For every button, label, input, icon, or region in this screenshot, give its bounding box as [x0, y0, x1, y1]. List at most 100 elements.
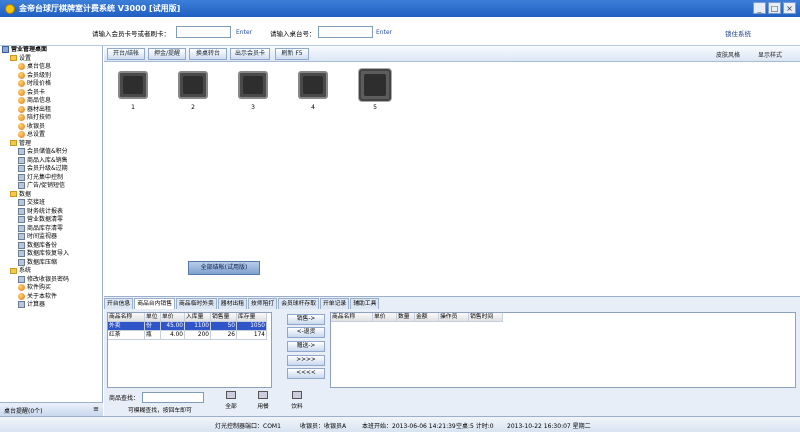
move-all-right-button[interactable]: >>>>: [287, 355, 325, 366]
tree-item[interactable]: 数据: [0, 191, 102, 200]
bottom-tab[interactable]: 开单记录: [320, 298, 350, 309]
tree-item[interactable]: 广告/促销短信: [0, 182, 102, 191]
category-all[interactable]: 全部: [216, 391, 246, 410]
tree-item[interactable]: 交接班: [0, 199, 102, 208]
tree-item[interactable]: 会员卡: [0, 88, 102, 98]
grid-header-cell[interactable]: 商品名称: [108, 313, 145, 322]
refresh-button[interactable]: 刷新 F5: [275, 48, 309, 60]
grid-header-cell[interactable]: 操作员: [439, 313, 469, 322]
bottom-tab[interactable]: 技师陪打: [248, 298, 278, 309]
tree-item[interactable]: 器材出租: [0, 105, 102, 115]
grid-header-cell[interactable]: 销售量: [211, 313, 237, 322]
grid-header-cell[interactable]: 单价: [161, 313, 185, 322]
table-enter-button[interactable]: Enter: [376, 29, 392, 36]
tree-item[interactable]: 桌台信息: [0, 63, 102, 72]
move-all-left-button[interactable]: <<<<: [287, 368, 325, 379]
tree-item[interactable]: 营业数据清零: [0, 216, 102, 225]
tree-item[interactable]: 商品入库&销售: [0, 156, 102, 166]
close-icon[interactable]: ×: [783, 2, 796, 14]
tree-item[interactable]: 软件购买: [0, 284, 102, 293]
bottom-tab[interactable]: 会员球杆存取: [278, 298, 319, 309]
category-meal[interactable]: 用餐: [248, 391, 278, 410]
tree-item[interactable]: 时段价格: [0, 80, 102, 89]
billiard-table-icon[interactable]: [359, 69, 391, 101]
billiard-table-icon[interactable]: [298, 71, 328, 99]
bottom-tab[interactable]: 开台信息: [104, 298, 134, 309]
skin-style-link[interactable]: 皮肤风格: [716, 50, 740, 59]
tree-item[interactable]: 时间监视器: [0, 233, 102, 242]
lock-system-link[interactable]: 锁住系统: [725, 28, 751, 38]
tree-item[interactable]: 会员储值&积分: [0, 148, 102, 157]
toolbar: 开台/结帐 押金/提醒 换桌转台 出示会员卡 刷新 F5 皮肤风格 显示样式: [104, 46, 800, 62]
clock-icon: [18, 233, 25, 240]
app-logo-icon: [5, 3, 15, 14]
tree-item-label: 桌台信息: [27, 63, 52, 70]
bottom-tab[interactable]: 辅助工具: [350, 298, 380, 309]
tree-item[interactable]: 关于本软件: [0, 292, 102, 302]
table-row[interactable]: 外卖份 45.00 1100 50 1050: [108, 322, 271, 331]
maximize-icon[interactable]: □: [768, 2, 781, 14]
billiard-table-icon[interactable]: [238, 71, 268, 99]
grid-header-cell[interactable]: 销售时间: [469, 313, 503, 322]
grid-header-cell[interactable]: 入库量: [185, 313, 211, 322]
bottom-tab[interactable]: 器材出租: [217, 298, 247, 309]
show-member-card-button[interactable]: 出示会员卡: [230, 48, 270, 60]
orange-ball-icon: [18, 63, 25, 70]
tree-item[interactable]: 财务统计报表: [0, 207, 102, 217]
category-drinks[interactable]: 饮料: [282, 391, 312, 410]
card-input[interactable]: [176, 26, 231, 38]
checkout-all-button[interactable]: 全部结帐(试用版): [188, 261, 260, 275]
sales-grid[interactable]: 商品名称 单价 数量 金额 操作员 销售时间: [330, 312, 796, 388]
grid-header-cell[interactable]: 单价: [373, 313, 397, 322]
tree-item[interactable]: 灯光集中控制: [0, 173, 102, 183]
bottom-tab[interactable]: 商品临时外卖: [176, 298, 217, 309]
tree-item[interactable]: 会员升级&过期: [0, 165, 102, 174]
tree-item[interactable]: 数据库恢复导入: [0, 250, 102, 259]
tree-item[interactable]: 设置: [0, 55, 102, 64]
grid-header-cell[interactable]: 单位: [145, 313, 161, 322]
bottom-tab[interactable]: 商品台内销售: [134, 298, 175, 309]
billiard-table-icon[interactable]: [178, 71, 208, 99]
card-enter-button[interactable]: Enter: [236, 29, 252, 36]
table-number: 3: [251, 104, 255, 111]
grid-header-cell[interactable]: 库存量: [237, 313, 267, 322]
tree-item[interactable]: 数据库备份: [0, 241, 102, 251]
grid-header-cell[interactable]: 金额: [415, 313, 439, 322]
tree-item[interactable]: 会员级别: [0, 71, 102, 81]
folder-icon: [10, 140, 17, 146]
sell-button[interactable]: 销售->: [287, 314, 325, 325]
grid-cell: 1050: [237, 322, 267, 331]
tree-item[interactable]: 管理: [0, 140, 102, 149]
grid-header-cell[interactable]: 商品名称: [331, 313, 373, 322]
minimize-icon[interactable]: _: [753, 2, 766, 14]
table-input[interactable]: [318, 26, 373, 38]
report-icon: [18, 207, 25, 215]
stock-grid[interactable]: 商品名称 单位 单价 入库量 销售量 库存量 外卖份 45.00 1100 50 1050 红茶瓶 4.…: [107, 312, 272, 388]
gift-button[interactable]: 赠送->: [287, 341, 325, 352]
display-style-link[interactable]: 显示样式: [758, 50, 782, 59]
table-reminder-bar[interactable]: 桌台提醒(0个) ≡: [0, 402, 103, 416]
tree-item[interactable]: 商品信息: [0, 97, 102, 106]
change-table-button[interactable]: 换桌转台: [189, 48, 227, 60]
tree-item[interactable]: 系统: [0, 267, 102, 276]
expand-icon[interactable]: ≡: [93, 405, 99, 413]
tree-item[interactable]: 商品库存清零: [0, 224, 102, 234]
tree-item[interactable]: 数据库压缩: [0, 258, 102, 268]
billiard-table-icon[interactable]: [118, 71, 148, 99]
tree-item[interactable]: 陪打技师: [0, 114, 102, 123]
grid-header-cell[interactable]: 数量: [397, 313, 415, 322]
tree-item[interactable]: 修改收银员密码: [0, 275, 102, 285]
tree-item[interactable]: 营业管理桌面: [0, 46, 102, 55]
status-shift-start: 本班开始：2013-06-06 14:21:39: [362, 423, 456, 430]
status-clock: 2013-10-22 16:30:07 星期二: [507, 423, 591, 430]
return-button[interactable]: <-退货: [287, 327, 325, 338]
tree-item-label: 管理: [19, 139, 32, 147]
tree-item[interactable]: 计算器: [0, 301, 102, 310]
bottom-tabs: 开台信息 商品台内销售 商品临时外卖 器材出租 技师陪打 会员球杆存取 开单记录 辅助工具: [104, 298, 380, 309]
deposit-reminder-button[interactable]: 押金/提醒: [148, 48, 186, 60]
table-row[interactable]: 红茶瓶 4.00 200 26 174: [108, 331, 271, 340]
tree-item[interactable]: 总设置: [0, 131, 102, 140]
product-search-input[interactable]: [142, 392, 204, 403]
tree-item[interactable]: 收银员: [0, 122, 102, 132]
open-checkout-button[interactable]: 开台/结帐: [107, 48, 145, 60]
